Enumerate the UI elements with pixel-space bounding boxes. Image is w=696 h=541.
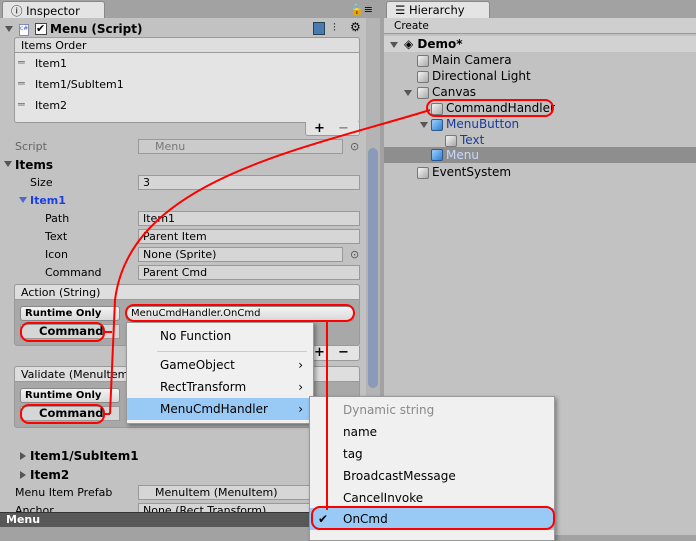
- annotation-overlay: [20, 99, 555, 530]
- annotation-link: [109, 109, 431, 415]
- annotation-function: [125, 304, 355, 322]
- annotation-action-command: [20, 322, 105, 342]
- annotation-validate-command: [20, 404, 105, 424]
- annotation-commandhandler: [426, 99, 554, 117]
- annotation-oncmd: [311, 506, 555, 530]
